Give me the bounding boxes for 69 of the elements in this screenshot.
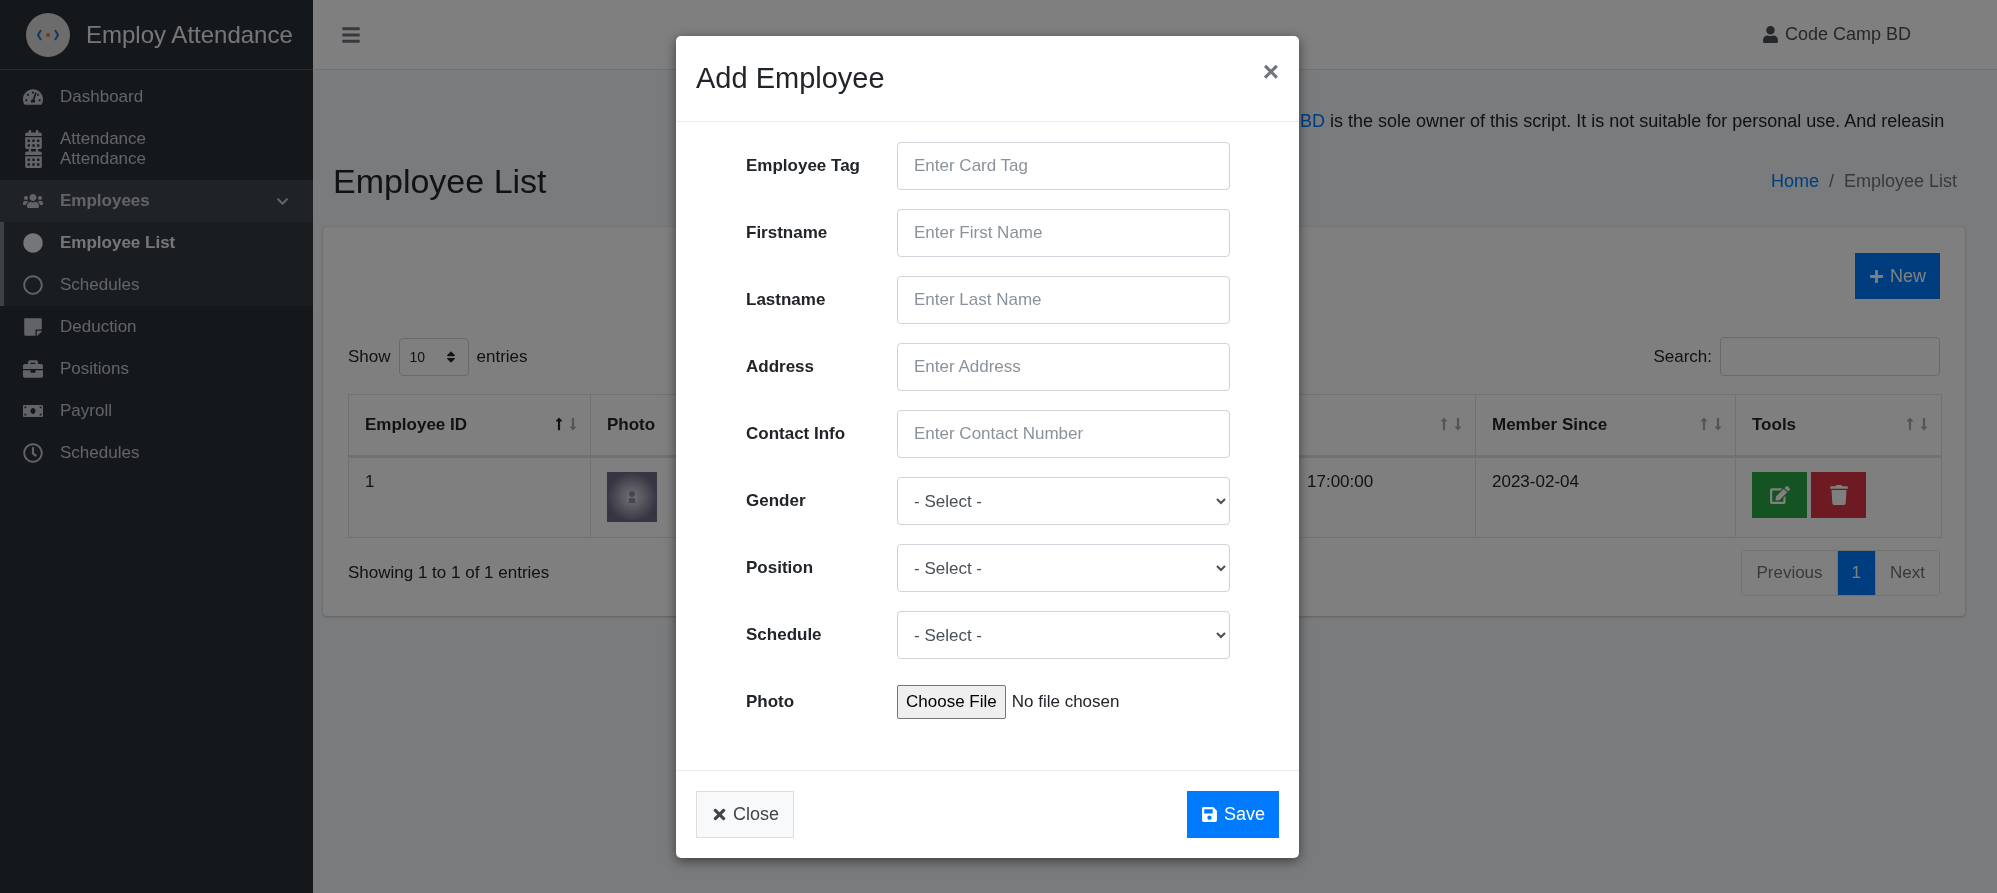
dashboard-icon: [20, 87, 46, 107]
circle-icon: [20, 233, 46, 253]
trash-icon: [1828, 485, 1849, 505]
notice-link[interactable]: BD: [1300, 111, 1325, 131]
input-field[interactable]: Enter Contact Number: [897, 410, 1230, 458]
show-label: Show: [348, 346, 391, 367]
sidebar-subitem[interactable]: Schedules: [4, 264, 313, 306]
pagination-button[interactable]: 1: [1836, 551, 1876, 595]
file-status: No file chosen: [1011, 692, 1120, 712]
table-cell: 2023-02-04: [1475, 456, 1736, 538]
select-field[interactable]: - Select -: [897, 544, 1230, 592]
sidebar-item[interactable]: Positions: [0, 348, 313, 390]
page-title: Employee List: [333, 162, 547, 201]
field-label: Lastname: [746, 290, 827, 310]
delete-button[interactable]: [1811, 472, 1866, 518]
field-label: Contact Info: [746, 424, 847, 444]
modal-title: Add Employee: [696, 62, 885, 95]
field-label: Firstname: [746, 223, 829, 243]
field-label: Photo: [746, 692, 796, 712]
edit-button[interactable]: [1752, 472, 1807, 518]
plus-icon: [1869, 268, 1884, 284]
breadcrumb-separator: /: [1828, 171, 1834, 192]
field-label: Position: [746, 558, 815, 578]
sidebar-item[interactable]: Dashboard: [0, 76, 313, 118]
sidebar-item[interactable]: Deduction: [0, 306, 313, 348]
breadcrumb-link[interactable]: Home: [1770, 171, 1819, 192]
sidebar-item[interactable]: Attendance Attendance: [0, 118, 313, 180]
user-link[interactable]: Code Camp BD: [1761, 24, 1911, 45]
field-label: Gender: [746, 491, 807, 511]
search-field[interactable]: [1720, 337, 1940, 376]
edit-icon: [1769, 485, 1790, 505]
new-button[interactable]: New: [1855, 253, 1940, 299]
page-size-select[interactable]: 10: [398, 337, 469, 376]
clock-icon: [20, 443, 46, 463]
close-button[interactable]: ×: [1262, 55, 1279, 88]
breadcrumb-current: Employee List: [1843, 171, 1957, 192]
field-label: Address: [746, 357, 816, 377]
sidebar-item[interactable]: Employees: [0, 180, 313, 222]
select-field[interactable]: - Select -: [897, 611, 1230, 659]
entries-label: entries: [476, 346, 528, 367]
app-title: Employ Attendance: [86, 20, 293, 49]
input-field[interactable]: Enter First Name: [897, 209, 1230, 257]
select-field[interactable]: - Select -: [897, 477, 1230, 525]
pagination-button[interactable]: Next: [1875, 551, 1939, 595]
search-label: Search:: [1653, 346, 1712, 367]
table-cell: 1: [348, 456, 591, 538]
menu-icon[interactable]: [341, 24, 361, 45]
logo-icon: [26, 12, 70, 57]
users-icon: [20, 191, 46, 211]
briefcase-icon: [20, 359, 46, 379]
field-label: Employee Tag: [746, 156, 861, 176]
input-field[interactable]: Enter Address: [897, 343, 1230, 391]
table-info: Showing 1 to 1 of 1 entries: [348, 563, 550, 583]
field-label: Schedule: [746, 625, 823, 645]
column-header[interactable]: Tools: [1735, 394, 1942, 457]
input-field[interactable]: Enter Card Tag: [897, 142, 1230, 190]
column-header[interactable]: Member Since: [1475, 394, 1736, 457]
save-button[interactable]: Save: [1186, 791, 1279, 838]
input-field[interactable]: Enter Last Name: [897, 276, 1230, 324]
close-icon: [711, 806, 728, 823]
user-icon: [1761, 26, 1779, 43]
choose-file-button[interactable]: Choose File: [897, 685, 1006, 719]
sidebar-subitem[interactable]: Employee List: [4, 222, 313, 264]
notice-text: BD is the sole owner of this script. It is not suitable for personal use. And releasin: [1300, 111, 1945, 132]
column-header[interactable]: Employee ID: [348, 394, 591, 457]
sidebar-item[interactable]: Payroll: [0, 390, 313, 432]
close-button[interactable]: Close: [696, 791, 795, 838]
sidebar-item[interactable]: Schedules: [0, 432, 313, 474]
save-icon: [1200, 806, 1218, 823]
